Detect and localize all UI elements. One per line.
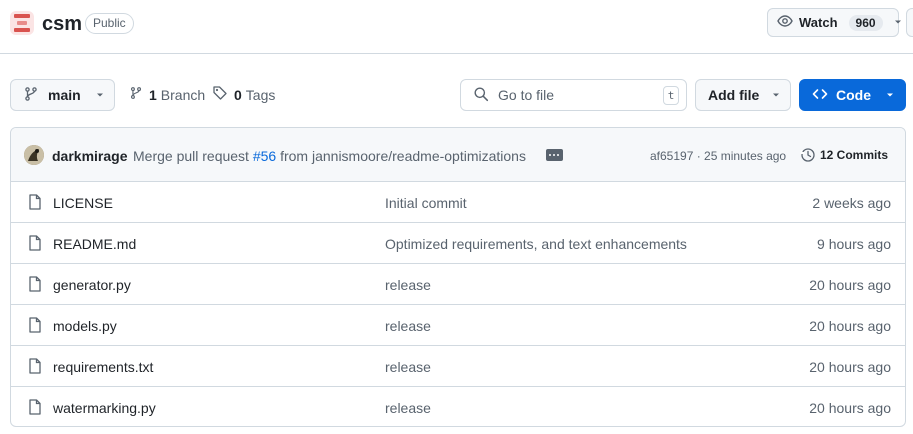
- file-updated-time: 20 hours ago: [809, 318, 891, 334]
- chevron-down-icon: [893, 15, 903, 30]
- file-name[interactable]: watermarking.py: [53, 400, 156, 416]
- commit-hash-time[interactable]: af65197 · 25 minutes ago: [650, 149, 786, 163]
- chevron-down-icon: [95, 87, 105, 103]
- file-commit-message[interactable]: release: [385, 277, 431, 293]
- file-commit-message[interactable]: release: [385, 359, 431, 375]
- file-updated-time: 20 hours ago: [809, 400, 891, 416]
- repo-name[interactable]: csm: [42, 12, 82, 36]
- file-name[interactable]: generator.py: [53, 277, 131, 293]
- history-icon: [800, 148, 815, 162]
- table-row[interactable]: models.py release 20 hours ago: [11, 305, 905, 346]
- add-file-label: Add file: [708, 87, 760, 103]
- file-commit-message[interactable]: release: [385, 318, 431, 334]
- pr-link[interactable]: #56: [253, 148, 276, 164]
- latest-commit-bar: darkmirage Merge pull request #56 from j…: [11, 128, 905, 182]
- watch-label: Watch: [799, 15, 838, 30]
- file-updated-time: 20 hours ago: [809, 359, 891, 375]
- repo-logo-icon: [10, 11, 34, 35]
- table-row[interactable]: requirements.txt release 20 hours ago: [11, 346, 905, 387]
- file-name[interactable]: requirements.txt: [53, 359, 153, 375]
- code-button[interactable]: Code: [799, 79, 906, 111]
- file-updated-time: 9 hours ago: [817, 236, 891, 252]
- table-row[interactable]: README.md Optimized requirements, and te…: [11, 223, 905, 264]
- tags-count: 0: [234, 86, 242, 103]
- search-input[interactable]: [498, 87, 648, 103]
- commit-message-suffix: from jannismoore/readme-optimizations: [276, 148, 526, 164]
- file-name[interactable]: LICENSE: [53, 195, 113, 211]
- branches-link[interactable]: 1 Branch: [129, 85, 205, 104]
- tag-icon: [212, 85, 228, 104]
- watch-button[interactable]: Watch 960: [767, 8, 901, 37]
- chevron-down-icon: [771, 87, 781, 103]
- file-icon: [28, 358, 42, 377]
- file-icon: [28, 399, 42, 418]
- commits-count-label: 12 Commits: [820, 148, 889, 162]
- table-row[interactable]: watermarking.py release 20 hours ago: [11, 387, 905, 426]
- eye-icon: [777, 13, 793, 32]
- branches-count: 1: [149, 86, 157, 103]
- commit-author[interactable]: darkmirage: [52, 148, 127, 164]
- file-name[interactable]: models.py: [53, 318, 117, 334]
- expand-commit-message-icon[interactable]: [546, 149, 563, 161]
- go-to-file-search[interactable]: t: [460, 79, 687, 111]
- file-icon: [28, 235, 42, 254]
- star-button-partial[interactable]: [906, 8, 913, 37]
- code-label: Code: [836, 87, 871, 103]
- add-file-button[interactable]: Add file: [695, 79, 791, 111]
- visibility-badge: Public: [85, 13, 134, 34]
- file-updated-time: 20 hours ago: [809, 277, 891, 293]
- file-icon: [28, 317, 42, 336]
- code-icon: [812, 86, 828, 105]
- file-updated-time: 2 weeks ago: [812, 195, 891, 211]
- keyboard-shortcut-hint: t: [663, 86, 679, 105]
- branch-name: main: [48, 87, 81, 103]
- git-branch-icon: [129, 85, 143, 104]
- tags-link[interactable]: 0 Tags: [212, 85, 275, 104]
- file-commit-message[interactable]: Initial commit: [385, 195, 467, 211]
- file-icon: [28, 194, 42, 213]
- tags-label: Tags: [245, 86, 276, 103]
- table-row[interactable]: generator.py release 20 hours ago: [11, 264, 905, 305]
- watch-count: 960: [848, 14, 883, 31]
- file-icon: [28, 276, 42, 295]
- header-divider: [0, 53, 913, 54]
- search-icon: [473, 86, 489, 105]
- file-commit-message[interactable]: Optimized requirements, and text enhance…: [385, 236, 687, 252]
- file-name[interactable]: README.md: [53, 236, 136, 252]
- avatar[interactable]: [24, 145, 44, 165]
- commit-message-prefix: Merge pull request: [133, 148, 253, 164]
- commit-message[interactable]: Merge pull request #56 from jannismoore/…: [133, 148, 526, 164]
- git-branch-icon: [23, 86, 39, 105]
- file-table: darkmirage Merge pull request #56 from j…: [10, 127, 906, 427]
- branches-label: Branch: [160, 86, 206, 103]
- commits-history-link[interactable]: 12 Commits: [800, 147, 888, 163]
- table-row[interactable]: LICENSE Initial commit 2 weeks ago: [11, 182, 905, 223]
- branch-selector[interactable]: main: [10, 79, 115, 111]
- file-commit-message[interactable]: release: [385, 400, 431, 416]
- chevron-down-icon: [885, 87, 895, 103]
